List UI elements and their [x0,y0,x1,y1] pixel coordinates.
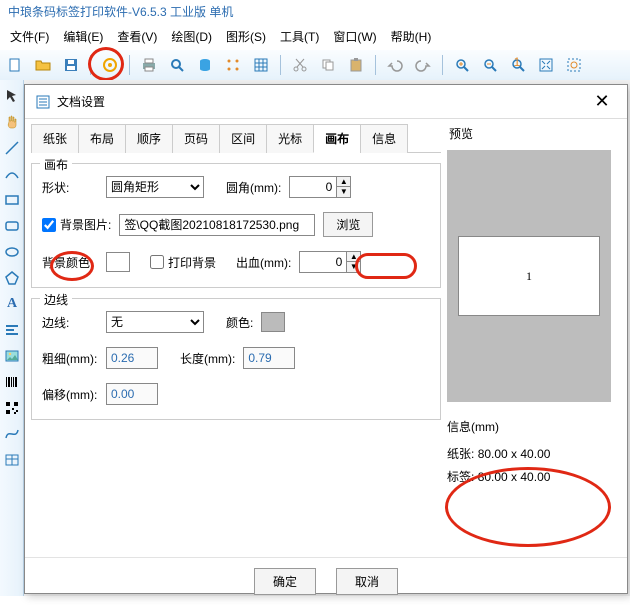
pointer-icon[interactable] [2,86,22,106]
length-label: 长度(mm): [180,350,235,367]
preview-title: 预览 [449,125,621,142]
open-icon[interactable] [32,54,54,76]
doc-setup-icon[interactable] [99,54,121,76]
preview-icon[interactable] [166,54,188,76]
paper-size: 80.00 x 40.00 [478,447,551,461]
path-icon[interactable] [2,424,22,444]
shape-select[interactable]: 圆角矩形 [106,176,204,198]
offset-input[interactable] [106,383,158,405]
menu-draw[interactable]: 绘图(D) [165,26,218,47]
label-size: 80.00 x 40.00 [478,470,551,484]
menu-file[interactable]: 文件(F) [4,26,55,47]
info-title: 信息(mm) [447,418,621,435]
bgimg-path[interactable] [119,214,315,236]
thick-input[interactable] [106,347,158,369]
text-icon[interactable]: A [2,294,22,314]
zoomout-icon[interactable] [479,54,501,76]
tab-canvas[interactable]: 画布 [313,124,361,153]
menu-shape[interactable]: 图形(S) [220,26,272,47]
database-icon[interactable] [194,54,216,76]
document-setup-dialog: 文档设置 ✕ 纸张 布局 顺序 页码 区间 光标 画布 信息 画布 形状: 圆角… [24,84,628,594]
barcode2d-icon[interactable] [2,398,22,418]
cut-icon[interactable] [289,54,311,76]
line-icon[interactable] [2,138,22,158]
menubar: 文件(F) 编辑(E) 查看(V) 绘图(D) 图形(S) 工具(T) 窗口(W… [0,23,630,50]
paper-label: 纸张: [447,447,474,461]
barcode1d-icon[interactable] [2,372,22,392]
sequence-icon[interactable] [222,54,244,76]
preview-panel: 预览 1 信息(mm) 纸张: 80.00 x 40.00 标签: 80.00 … [447,119,627,557]
menu-edit[interactable]: 编辑(E) [57,26,109,47]
cancel-button[interactable]: 取消 [336,568,398,595]
tab-pageno[interactable]: 页码 [172,124,220,153]
preview-page: 1 [459,237,599,315]
titlebar: 中琅条码标签打印软件-V6.5.3 工业版 单机 [0,0,630,23]
bgcolor-swatch[interactable] [106,252,130,272]
printbg-checkbox[interactable]: 打印背景 [150,254,216,271]
border-label: 边线: [42,314,98,331]
thick-label: 粗细(mm): [42,350,98,367]
fit-icon[interactable] [535,54,557,76]
offset-label: 偏移(mm): [42,386,98,403]
tab-cursor[interactable]: 光标 [266,124,314,153]
border-fieldset: 边线 边线: 无 颜色: 粗细(mm): 长度(mm): 偏移(mm): [31,298,441,420]
menu-tool[interactable]: 工具(T) [274,26,325,47]
roundrect-icon[interactable] [2,216,22,236]
paste-icon[interactable] [345,54,367,76]
border-legend: 边线 [40,291,72,308]
canvas-fieldset: 画布 形状: 圆角矩形 圆角(mm): ▲▼ 背景图片: 浏览 [31,163,441,288]
image-icon[interactable] [2,346,22,366]
bgcolor-label: 背景颜色: [42,254,98,271]
copy-icon[interactable] [317,54,339,76]
bleed-label: 出血(mm): [236,254,291,271]
bgimg-checkbox[interactable]: 背景图片: [42,216,111,233]
dialog-title: 文档设置 [57,93,105,110]
tabs: 纸张 布局 顺序 页码 区间 光标 画布 信息 [31,123,441,153]
label-label: 标签: [447,470,474,484]
radius-label: 圆角(mm): [226,179,281,196]
canvas-legend: 画布 [40,156,72,173]
svg-text:1: 1 [514,57,521,69]
rect-icon[interactable] [2,190,22,210]
zoomfit-icon[interactable]: 1 [507,54,529,76]
grid-icon[interactable] [250,54,272,76]
dialog-icon [35,94,51,110]
ok-button[interactable]: 确定 [254,568,316,595]
menu-help[interactable]: 帮助(H) [385,26,438,47]
redo-icon[interactable] [412,54,434,76]
print-icon[interactable] [138,54,160,76]
tab-range[interactable]: 区间 [219,124,267,153]
new-icon[interactable] [4,54,26,76]
menu-view[interactable]: 查看(V) [111,26,163,47]
tab-layout[interactable]: 布局 [78,124,126,153]
hand-icon[interactable] [2,112,22,132]
rich-text-icon[interactable] [2,320,22,340]
polygon-icon[interactable] [2,268,22,288]
preview-box: 1 [447,150,611,402]
tab-order[interactable]: 顺序 [125,124,173,153]
dialog-footer: 确定 取消 [25,557,627,605]
browse-button[interactable]: 浏览 [323,212,373,237]
menu-window[interactable]: 窗口(W) [327,26,382,47]
color-label: 颜色: [226,314,253,331]
bleed-input[interactable]: ▲▼ [299,251,361,273]
zoom-select-icon[interactable] [563,54,585,76]
border-color-swatch[interactable] [261,312,285,332]
border-select[interactable]: 无 [106,311,204,333]
table-icon[interactable] [2,450,22,470]
save-icon[interactable] [60,54,82,76]
shape-label: 形状: [42,179,98,196]
curve-icon[interactable] [2,164,22,184]
radius-input[interactable]: ▲▼ [289,176,351,198]
toolbar: 1 [0,50,630,81]
undo-icon[interactable] [384,54,406,76]
tab-info[interactable]: 信息 [360,124,408,153]
tab-paper[interactable]: 纸张 [31,124,79,153]
close-button[interactable]: ✕ [587,91,617,112]
zoomin-icon[interactable] [451,54,473,76]
length-input[interactable] [243,347,295,369]
ellipse-icon[interactable] [2,242,22,262]
left-toolbar: A [0,80,24,596]
